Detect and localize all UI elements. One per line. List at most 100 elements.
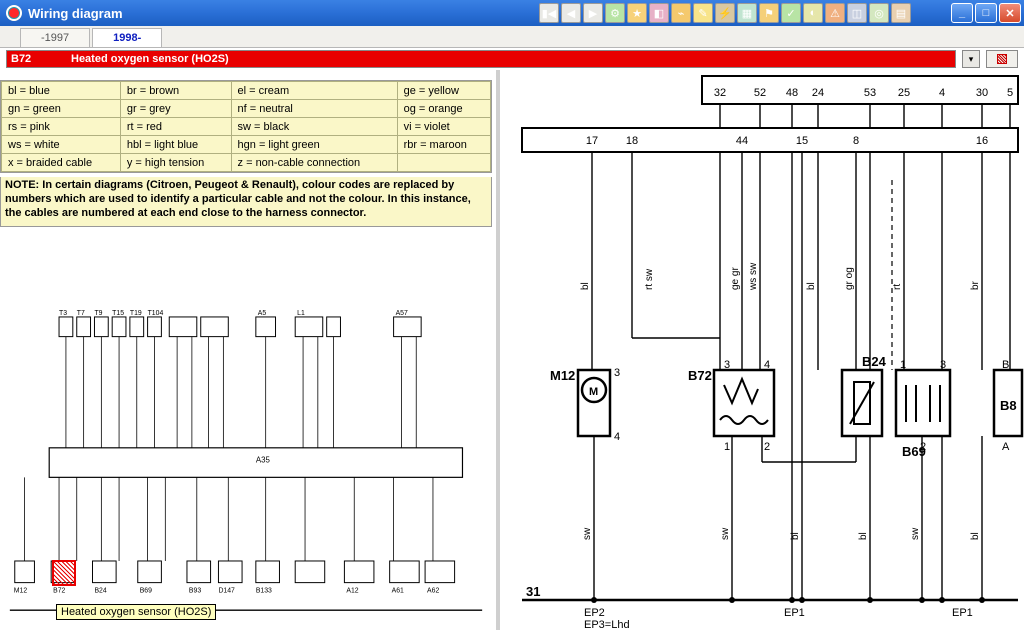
svg-text:M12: M12 [550, 368, 575, 383]
tool-icon-9[interactable]: ✓ [781, 3, 801, 23]
svg-text:A61: A61 [392, 587, 404, 594]
svg-text:3: 3 [614, 367, 620, 379]
app-icon [6, 5, 22, 21]
tool-icon-11[interactable]: ⚠ [825, 3, 845, 23]
svg-text:3: 3 [940, 359, 946, 371]
svg-text:44: 44 [736, 135, 748, 147]
svg-text:2: 2 [920, 441, 926, 453]
svg-text:L1: L1 [297, 310, 305, 317]
svg-text:rt sw: rt sw [644, 268, 655, 290]
svg-text:T9: T9 [94, 310, 102, 317]
component-tooltip: Heated oxygen sensor (HO2S) [56, 604, 216, 620]
svg-text:A5: A5 [258, 310, 267, 317]
svg-text:sw: sw [720, 527, 731, 540]
detail-schematic[interactable]: 32 52 48 24 53 25 4 30 5 17 18 44 15 8 1… [500, 70, 1024, 630]
nav-next-icon[interactable]: ▶ [583, 3, 603, 23]
tab-1997[interactable]: -1997 [20, 28, 90, 47]
svg-text:5: 5 [1007, 87, 1013, 99]
legend-cell: rt = red [120, 118, 231, 136]
tab-1998[interactable]: 1998- [92, 28, 162, 47]
component-m12: M12 M 3 4 [550, 367, 620, 443]
svg-text:30: 30 [976, 87, 988, 99]
svg-text:18: 18 [626, 135, 638, 147]
svg-text:ge gr: ge gr [730, 267, 741, 290]
svg-text:B24: B24 [94, 587, 106, 594]
svg-text:A12: A12 [346, 587, 358, 594]
tool-icon-13[interactable]: ◎ [869, 3, 889, 23]
svg-text:bl: bl [806, 282, 817, 290]
legend-cell: el = cream [231, 82, 397, 100]
dropdown-icon[interactable]: ▾ [962, 50, 980, 68]
overview-schematic[interactable]: T3 T7 T9 T15 T19 T104 A5 L1 A57 [0, 305, 492, 630]
svg-text:T104: T104 [148, 310, 164, 317]
svg-text:25: 25 [898, 87, 910, 99]
svg-text:17: 17 [586, 135, 598, 147]
window-title: Wiring diagram [28, 6, 123, 21]
component-display: B72 Heated oxygen sensor (HO2S) [6, 50, 956, 68]
tool-icon-2[interactable]: ★ [627, 3, 647, 23]
locate-icon [997, 54, 1007, 64]
highlight-b72 [52, 560, 76, 586]
year-tabs: -1997 1998- [0, 26, 1024, 48]
svg-text:bl: bl [970, 532, 981, 540]
svg-text:B93: B93 [189, 587, 201, 594]
svg-text:4: 4 [939, 87, 945, 99]
legend-cell: y = high tension [120, 154, 231, 172]
tool-icon-5[interactable]: ✎ [693, 3, 713, 23]
svg-text:EP1: EP1 [952, 607, 973, 619]
svg-text:EP2: EP2 [584, 607, 605, 619]
svg-text:1: 1 [724, 441, 730, 453]
close-button[interactable]: ✕ [999, 3, 1021, 23]
component-b24: B24 [842, 354, 887, 436]
svg-text:sw: sw [582, 527, 593, 540]
legend-cell: z = non-cable connection [231, 154, 397, 172]
tool-icon-4[interactable]: ⌁ [671, 3, 691, 23]
svg-text:B69: B69 [140, 587, 152, 594]
tool-icon-7[interactable]: ▦ [737, 3, 757, 23]
svg-text:2: 2 [764, 441, 770, 453]
tool-icon-10[interactable]: ◐ [803, 3, 823, 23]
component-b8: B8 B A [994, 359, 1022, 453]
legend-cell: vi = violet [397, 118, 490, 136]
component-code: B72 [7, 53, 63, 65]
nav-prev-icon[interactable]: ◀ [561, 3, 581, 23]
legend-cell: bl = blue [2, 82, 121, 100]
toolbar: ▮◀ ◀ ▶ ⚙ ★ ◧ ⌁ ✎ ⚡ ▦ ⚑ ✓ ◐ ⚠ ◫ ◎ ▤ [539, 3, 911, 23]
minimize-button[interactable]: _ [951, 3, 973, 23]
svg-text:D147: D147 [218, 587, 235, 594]
legend-cell: gr = grey [120, 100, 231, 118]
svg-text:48: 48 [786, 87, 798, 99]
svg-text:B8: B8 [1000, 398, 1017, 413]
tool-icon-12[interactable]: ◫ [847, 3, 867, 23]
legend-cell: sw = black [231, 118, 397, 136]
main-split: bl = blue br = brown el = cream ge = yel… [0, 70, 1024, 630]
legend-cell: gn = green [2, 100, 121, 118]
svg-text:A: A [1002, 441, 1010, 453]
svg-text:B: B [1002, 359, 1009, 371]
svg-text:52: 52 [754, 87, 766, 99]
svg-text:15: 15 [796, 135, 808, 147]
tool-icon-6[interactable]: ⚡ [715, 3, 735, 23]
svg-text:sw: sw [910, 527, 921, 540]
tool-icon-8[interactable]: ⚑ [759, 3, 779, 23]
svg-text:1: 1 [900, 359, 906, 371]
svg-text:4: 4 [764, 359, 770, 371]
svg-text:8: 8 [853, 135, 859, 147]
svg-text:A57: A57 [396, 310, 408, 317]
legend-cell: ws = white [2, 136, 121, 154]
legend-cell [397, 154, 490, 172]
svg-text:16: 16 [976, 135, 988, 147]
svg-text:3: 3 [724, 359, 730, 371]
maximize-button[interactable]: □ [975, 3, 997, 23]
nav-first-icon[interactable]: ▮◀ [539, 3, 559, 23]
legend-cell: nf = neutral [231, 100, 397, 118]
tool-icon-1[interactable]: ⚙ [605, 3, 625, 23]
svg-text:B72: B72 [688, 368, 712, 383]
locate-button[interactable] [986, 50, 1018, 68]
tool-icon-3[interactable]: ◧ [649, 3, 669, 23]
component-selector: B72 Heated oxygen sensor (HO2S) ▾ [0, 48, 1024, 70]
tool-icon-14[interactable]: ▤ [891, 3, 911, 23]
svg-text:32: 32 [714, 87, 726, 99]
svg-text:ws sw: ws sw [748, 262, 759, 291]
legend-cell: hbl = light blue [120, 136, 231, 154]
